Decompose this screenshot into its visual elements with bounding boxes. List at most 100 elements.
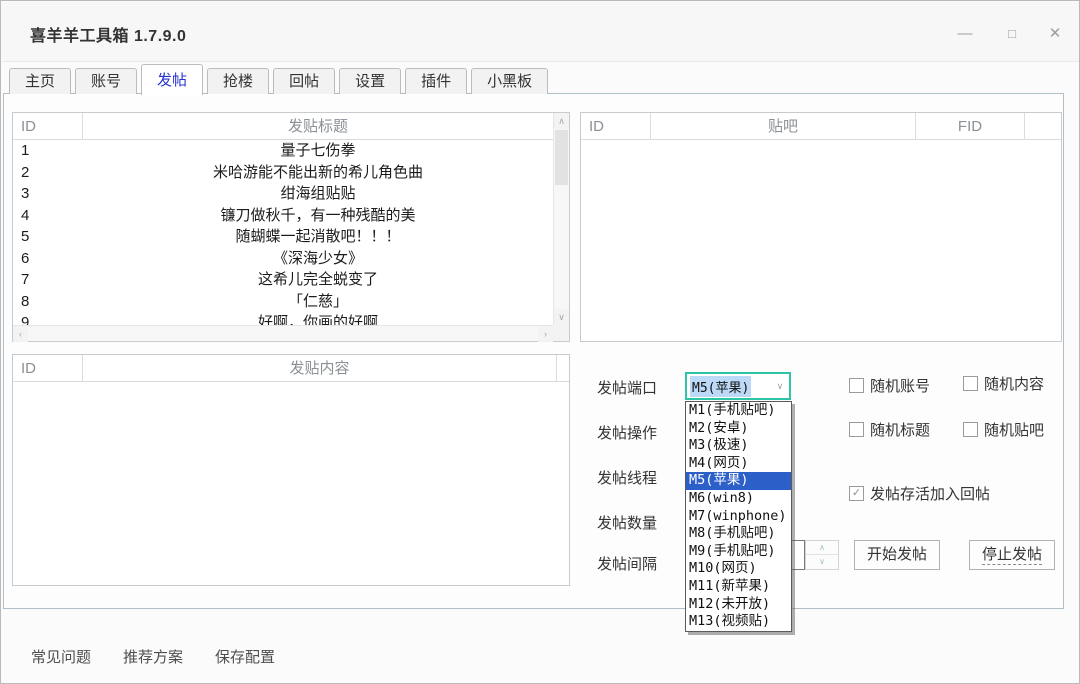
post-title-row[interactable]: 8「仁慈」 <box>13 291 553 313</box>
horizontal-scrollbar[interactable]: ‹ › <box>13 325 553 341</box>
scrollbar-corner <box>553 325 569 341</box>
checkbox-random-tieba[interactable]: 随机贴吧 <box>963 419 1044 440</box>
interval-spinner[interactable]: ∧ ∨ <box>805 540 839 570</box>
dropdown-item[interactable]: M9(手机贴吧) <box>686 543 791 561</box>
column-header-post-content: 发贴内容 <box>83 355 556 381</box>
dropdown-item[interactable]: M13(视频贴) <box>686 613 791 631</box>
footer-links: 常见问题 推荐方案 保存配置 <box>31 646 275 667</box>
dropdown-item[interactable]: M1(手机贴吧) <box>686 402 791 420</box>
port-combobox[interactable]: M5(苹果) ∨ <box>685 372 791 400</box>
tab-grab-floor[interactable]: 抢楼 <box>207 68 269 94</box>
column-header-filler <box>1025 113 1061 139</box>
tab-home[interactable]: 主页 <box>9 68 71 94</box>
checkbox-box[interactable] <box>849 422 864 437</box>
scroll-up-icon[interactable]: ∧ <box>554 113 569 129</box>
tieba-table-header: ID 贴吧 FID <box>581 113 1061 140</box>
stop-post-button[interactable]: 停止发帖 <box>969 540 1055 570</box>
column-header-tieba: 贴吧 <box>651 113 915 139</box>
row-title-cell: 随蝴蝶一起消散吧！！！ <box>83 226 553 248</box>
checkbox-label: 发帖存活加入回帖 <box>870 483 990 504</box>
tab-plugins[interactable]: 插件 <box>405 68 467 94</box>
check-icon[interactable]: ✓ <box>849 486 864 501</box>
tab-account[interactable]: 账号 <box>75 68 137 94</box>
scroll-right-icon[interactable]: › <box>538 326 553 342</box>
checkbox-random-account[interactable]: 随机账号 <box>849 375 930 396</box>
checkbox-box[interactable] <box>963 376 978 391</box>
interval-label: 发帖间隔 <box>597 553 657 573</box>
row-id-cell: 4 <box>13 205 83 227</box>
row-title-cell: 量子七伤拳 <box>83 140 553 162</box>
close-icon[interactable]: ✕ <box>1040 22 1070 46</box>
post-title-table: ID 发贴标题 1量子七伤拳2米哈游能不能出新的希儿角色曲3绀海组贴贴4镰刀做秋… <box>12 112 570 342</box>
faq-link[interactable]: 常见问题 <box>31 646 91 667</box>
column-header-id: ID <box>581 113 651 139</box>
row-id-cell: 3 <box>13 183 83 205</box>
dropdown-item[interactable]: M4(网页) <box>686 455 791 473</box>
dropdown-item[interactable]: M8(手机贴吧) <box>686 525 791 543</box>
vertical-scrollbar[interactable]: ∧ ∨ <box>553 113 569 325</box>
checkbox-random-title[interactable]: 随机标题 <box>849 419 930 440</box>
checkbox-post-survive-join-reply[interactable]: ✓ 发帖存活加入回帖 <box>849 483 990 504</box>
checkbox-label: 随机贴吧 <box>984 419 1044 440</box>
row-title-cell: 镰刀做秋千，有一种残酷的美 <box>83 205 553 227</box>
maximize-icon[interactable]: □ <box>997 22 1027 46</box>
row-id-cell: 5 <box>13 226 83 248</box>
post-title-table-header: ID 发贴标题 <box>13 113 553 140</box>
checkbox-box[interactable] <box>849 378 864 393</box>
post-title-row[interactable]: 1量子七伤拳 <box>13 140 553 162</box>
row-title-cell: 绀海组贴贴 <box>83 183 553 205</box>
recommend-plan-link[interactable]: 推荐方案 <box>123 646 183 667</box>
row-title-cell: 「仁慈」 <box>83 291 553 313</box>
dropdown-item[interactable]: M6(win8) <box>686 490 791 508</box>
spinner-up-icon[interactable]: ∧ <box>806 541 838 555</box>
post-title-row[interactable]: 7这希儿完全蜕变了 <box>13 269 553 291</box>
post-title-row[interactable]: 9好啊，你画的好啊 <box>13 312 553 325</box>
checkbox-box[interactable] <box>963 422 978 437</box>
tab-blackboard[interactable]: 小黑板 <box>471 68 548 94</box>
checkbox-label: 随机标题 <box>870 419 930 440</box>
post-title-row[interactable]: 3绀海组贴贴 <box>13 183 553 205</box>
dropdown-item[interactable]: M7(winphone) <box>686 508 791 526</box>
dropdown-item[interactable]: M5(苹果) <box>686 472 791 490</box>
dropdown-item[interactable]: M10(网页) <box>686 560 791 578</box>
start-post-button[interactable]: 开始发帖 <box>854 540 940 570</box>
post-title-row[interactable]: 2米哈游能不能出新的希儿角色曲 <box>13 162 553 184</box>
post-content-table: ID 发贴内容 <box>12 354 570 586</box>
spinner-down-icon[interactable]: ∨ <box>806 555 838 569</box>
post-content-table-header: ID 发贴内容 <box>13 355 569 382</box>
row-id-cell: 9 <box>13 312 83 325</box>
post-title-table-body: 1量子七伤拳2米哈游能不能出新的希儿角色曲3绀海组贴贴4镰刀做秋千，有一种残酷的… <box>13 140 553 325</box>
scroll-left-icon[interactable]: ‹ <box>13 326 28 342</box>
dropdown-item[interactable]: M3(极速) <box>686 437 791 455</box>
content-panel: ID 发贴标题 1量子七伤拳2米哈游能不能出新的希儿角色曲3绀海组贴贴4镰刀做秋… <box>3 93 1064 609</box>
row-id-cell: 7 <box>13 269 83 291</box>
post-title-row[interactable]: 4镰刀做秋千，有一种残酷的美 <box>13 205 553 227</box>
post-title-row[interactable]: 5随蝴蝶一起消散吧！！！ <box>13 226 553 248</box>
save-config-link[interactable]: 保存配置 <box>215 646 275 667</box>
row-title-cell: 《深海少女》 <box>83 248 553 270</box>
operation-label: 发帖操作 <box>597 422 657 442</box>
port-dropdown-list: M1(手机贴吧)M2(安卓)M3(极速)M4(网页)M5(苹果)M6(win8)… <box>685 401 792 632</box>
dropdown-item[interactable]: M11(新苹果) <box>686 578 791 596</box>
scrollbar-thumb[interactable] <box>555 130 568 185</box>
post-title-row[interactable]: 6《深海少女》 <box>13 248 553 270</box>
scroll-down-icon[interactable]: ∨ <box>554 309 569 325</box>
tab-settings[interactable]: 设置 <box>339 68 401 94</box>
column-header-post-title: 发贴标题 <box>83 113 553 139</box>
row-title-cell: 这希儿完全蜕变了 <box>83 269 553 291</box>
tab-post[interactable]: 发帖 <box>141 64 203 95</box>
title-bar: 喜羊羊工具箱 1.7.9.0 — □ ✕ <box>2 2 1080 62</box>
stop-post-button-label: 停止发帖 <box>982 546 1042 565</box>
row-id-cell: 1 <box>13 140 83 162</box>
minimize-icon[interactable]: — <box>950 22 980 46</box>
column-header-filler <box>556 355 569 381</box>
chevron-down-icon[interactable]: ∨ <box>771 381 789 392</box>
dropdown-item[interactable]: M12(未开放) <box>686 596 791 614</box>
port-combobox-value: M5(苹果) <box>690 376 751 397</box>
checkbox-random-content[interactable]: 随机内容 <box>963 373 1044 394</box>
dropdown-item[interactable]: M2(安卓) <box>686 420 791 438</box>
checkbox-label: 随机内容 <box>984 373 1044 394</box>
thread-label: 发帖线程 <box>597 467 657 487</box>
app-title: 喜羊羊工具箱 1.7.9.0 <box>30 22 186 46</box>
tab-reply[interactable]: 回帖 <box>273 68 335 94</box>
